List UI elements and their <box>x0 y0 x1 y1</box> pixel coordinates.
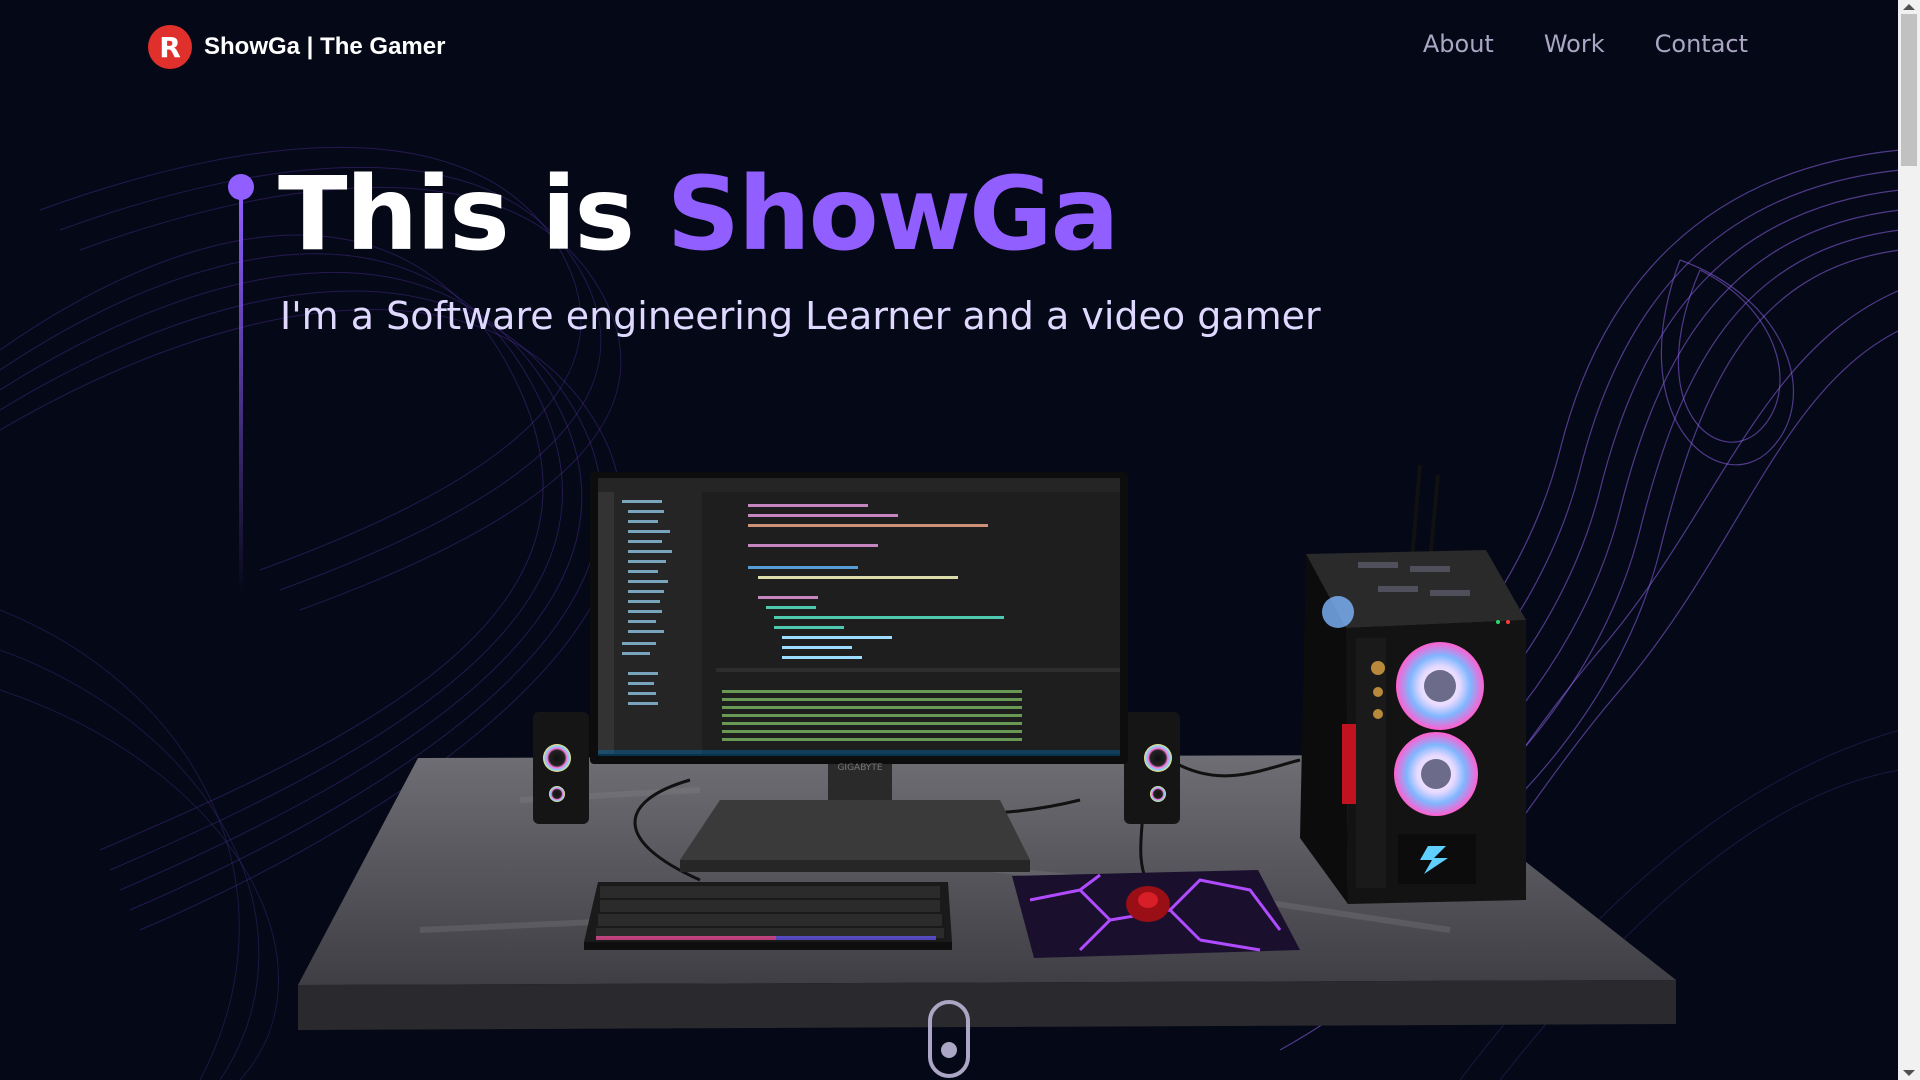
nav-links: About Work Contact <box>1423 30 1748 58</box>
mousepad <box>1012 870 1300 958</box>
pc-case <box>1300 464 1526 904</box>
nav-link-about[interactable]: About <box>1423 30 1494 58</box>
right-speaker <box>1124 712 1180 824</box>
brand-logo-icon: R <box>148 25 192 69</box>
monitor-brand-label: GIGABYTE <box>837 763 882 773</box>
hero-accent-line <box>228 174 254 594</box>
scroll-up-arrow-icon[interactable] <box>1903 4 1915 10</box>
scroll-down-arrow-icon[interactable] <box>1903 1070 1915 1076</box>
hero-accent-bar <box>239 196 243 594</box>
keyboard <box>584 882 952 950</box>
monitor: GIGABYTE <box>590 472 1128 773</box>
page-scrollbar[interactable] <box>1898 0 1920 1080</box>
brand-link[interactable]: R ShowGa | The Gamer <box>148 25 445 69</box>
scrollbar-thumb[interactable] <box>1901 14 1917 166</box>
nav-link-contact[interactable]: Contact <box>1655 30 1748 58</box>
left-speaker <box>533 712 589 824</box>
hero-title: This is ShowGa <box>278 155 1120 274</box>
mouse-scroll-icon <box>941 1042 957 1058</box>
nav-link-work[interactable]: Work <box>1544 30 1605 58</box>
hero-subtitle: I'm a Software engineering Learner and a… <box>280 294 1321 338</box>
page: R ShowGa | The Gamer About Work Contact … <box>0 0 1920 1080</box>
scroll-down-indicator[interactable] <box>928 1000 970 1078</box>
brand-name: ShowGa | The Gamer <box>204 33 446 60</box>
hero-title-prefix: This is <box>278 155 667 274</box>
navbar: R ShowGa | The Gamer About Work Contact <box>0 0 1898 96</box>
hero-title-name: ShowGa <box>666 155 1120 274</box>
